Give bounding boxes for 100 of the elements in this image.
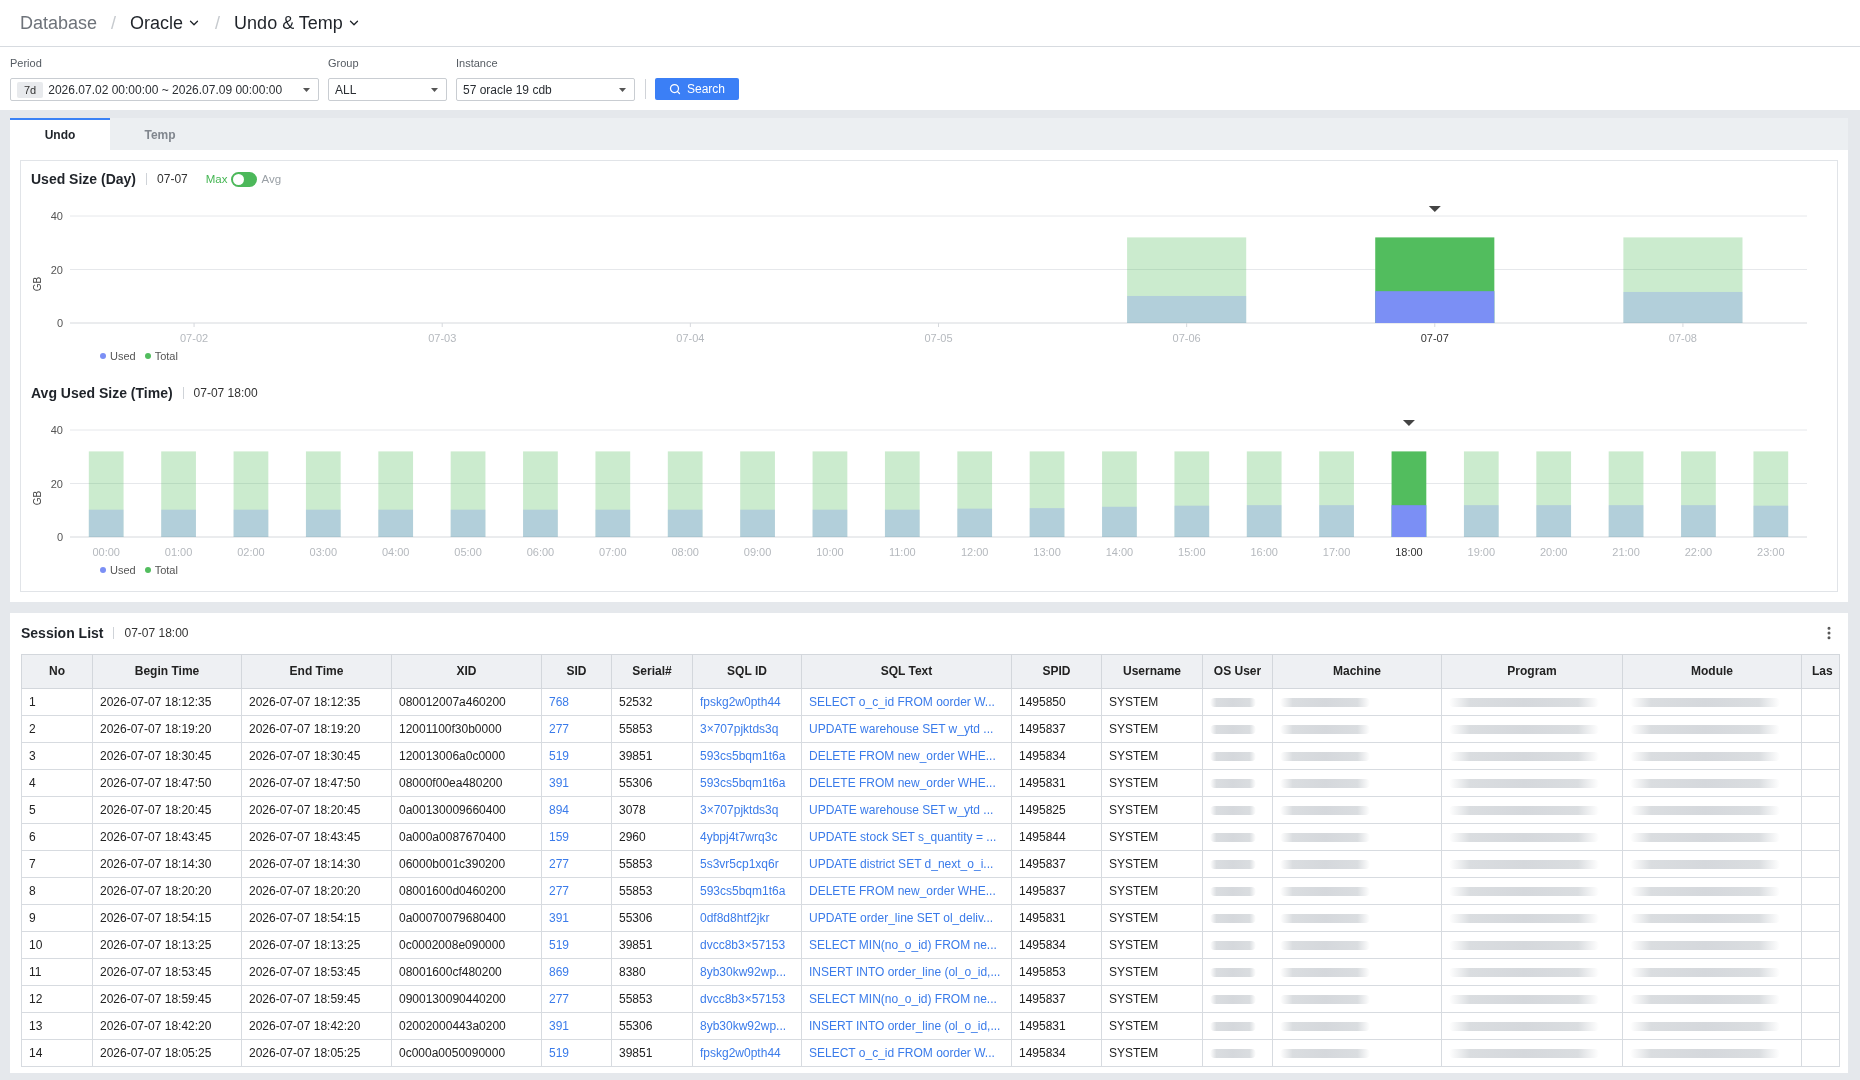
breadcrumb-dropdown[interactable]: Undo & Temp [234,12,361,34]
table-link[interactable]: 768 [549,695,570,709]
used-bar[interactable] [450,509,486,537]
table-link[interactable]: 391 [549,911,570,925]
table-link[interactable]: 277 [549,857,570,871]
table-cell: 2026-07-07 18:53:45 [92,958,242,986]
table-cell: 8 [21,877,93,905]
legend-label: Used [110,350,136,362]
blurred-text [1210,779,1256,789]
column-header[interactable]: SQL Text [801,654,1012,689]
x-axis-label: 10:00 [816,546,844,558]
table-cell: 5 [21,796,93,824]
used-bar[interactable] [884,509,920,537]
table-link[interactable]: 159 [549,830,570,844]
table-cell: 1495831 [1011,1012,1102,1040]
blurred-text [1210,860,1256,870]
used-bar[interactable] [1375,291,1495,323]
column-header[interactable]: SPID [1011,654,1102,689]
column-header[interactable]: Username [1101,654,1203,689]
table-cell: 2026-07-07 18:19:20 [241,715,392,743]
used-bar[interactable] [1536,505,1572,537]
column-header[interactable]: No [21,654,93,689]
blurred-text [1210,1049,1256,1059]
dropdown-select[interactable]: ALL [328,78,447,101]
used-bar[interactable] [1174,505,1210,537]
table-cell: SYSTEM [1101,985,1203,1013]
used-bar[interactable] [1319,505,1354,537]
x-axis-label: 14:00 [1105,546,1134,558]
table-cell: 06000b001c390200 [391,850,542,878]
used-bar[interactable] [1608,505,1644,537]
x-axis-label: 11:00 [888,546,916,558]
column-header[interactable]: End Time [241,654,392,689]
search-button[interactable]: Search [655,78,739,100]
column-header[interactable]: Serial# [611,654,693,689]
used-bar[interactable] [740,509,775,537]
column-header[interactable]: XID [391,654,542,689]
table-cell: 1495837 [1011,850,1102,878]
used-bar[interactable] [667,509,703,537]
breadcrumb-link[interactable]: Database [20,12,98,34]
table-link[interactable]: 519 [549,1046,570,1060]
table-link[interactable]: 519 [549,749,570,763]
column-header[interactable]: Begin Time [92,654,242,689]
table-cell: 0c0002008e090000 [391,931,542,959]
column-header[interactable]: Las [1801,654,1840,689]
used-bar[interactable] [1029,508,1065,537]
x-axis-label: 16:00 [1250,546,1278,558]
table-cell: 6 [21,823,93,851]
column-header[interactable]: SQL ID [692,654,802,689]
column-header[interactable]: Module [1622,654,1802,689]
toggle-switch[interactable] [231,171,258,187]
blurred-text [1210,1022,1256,1032]
used-bar[interactable] [595,509,631,537]
table-cell: 02002000443a0200 [391,1012,542,1040]
table-cell: 0a00070079680400 [391,904,542,932]
table-cell: SYSTEM [1101,1012,1203,1040]
dropdown-select[interactable]: 57 oracle 19 cdb [456,78,635,101]
used-bar[interactable] [1463,505,1499,537]
used-bar[interactable] [1102,506,1137,537]
table-cell: 12 [21,985,93,1013]
used-bar[interactable] [1127,296,1247,323]
table-link[interactable]: 391 [549,776,570,790]
tab[interactable]: Undo [10,118,110,150]
used-bar[interactable] [1391,505,1427,537]
used-bar[interactable] [378,509,414,537]
axis-title: GB [32,490,43,506]
period-select[interactable]: 7d 2026.07.02 00:00:00 ~ 2026.07.09 00:00:00 [10,78,319,101]
column-header[interactable]: OS User [1202,654,1273,689]
table-link[interactable]: 869 [549,965,570,979]
table-link[interactable]: 277 [549,992,570,1006]
table-link[interactable]: 894 [549,803,570,817]
table-cell: 2026-07-07 18:20:20 [92,877,242,905]
table-link[interactable]: 277 [549,722,570,736]
table-link[interactable]: 391 [549,1019,570,1033]
table-cell: 55306 [611,769,693,797]
table-cell: 2026-07-07 18:14:30 [92,850,242,878]
used-bar[interactable] [1753,505,1789,537]
column-header[interactable]: Machine [1272,654,1442,689]
used-bar[interactable] [957,508,993,537]
used-bar[interactable] [305,509,341,537]
used-bar[interactable] [233,509,269,537]
x-axis-label: 07:00 [599,546,627,558]
used-bar[interactable] [88,509,124,537]
used-bar[interactable] [812,509,848,537]
column-header[interactable]: SID [541,654,612,689]
used-bar[interactable] [1681,505,1716,537]
used-bar[interactable] [523,509,558,537]
selected-time: 07-07 [157,172,188,186]
table-cell: SYSTEM [1101,742,1203,770]
used-bar[interactable] [1623,291,1743,323]
table-link[interactable]: 277 [549,884,570,898]
table-link[interactable]: 519 [549,938,570,952]
table-cell: SYSTEM [1101,931,1203,959]
y-axis-label: 0 [56,317,63,329]
table-cell: 9 [21,904,93,932]
tab[interactable]: Temp [110,118,210,150]
column-header[interactable]: Program [1441,654,1623,689]
used-bar[interactable] [1246,505,1282,537]
used-bar[interactable] [161,509,196,537]
table-cell: 2026-07-07 18:47:50 [92,769,242,797]
breadcrumb-dropdown[interactable]: Oracle [130,12,202,34]
